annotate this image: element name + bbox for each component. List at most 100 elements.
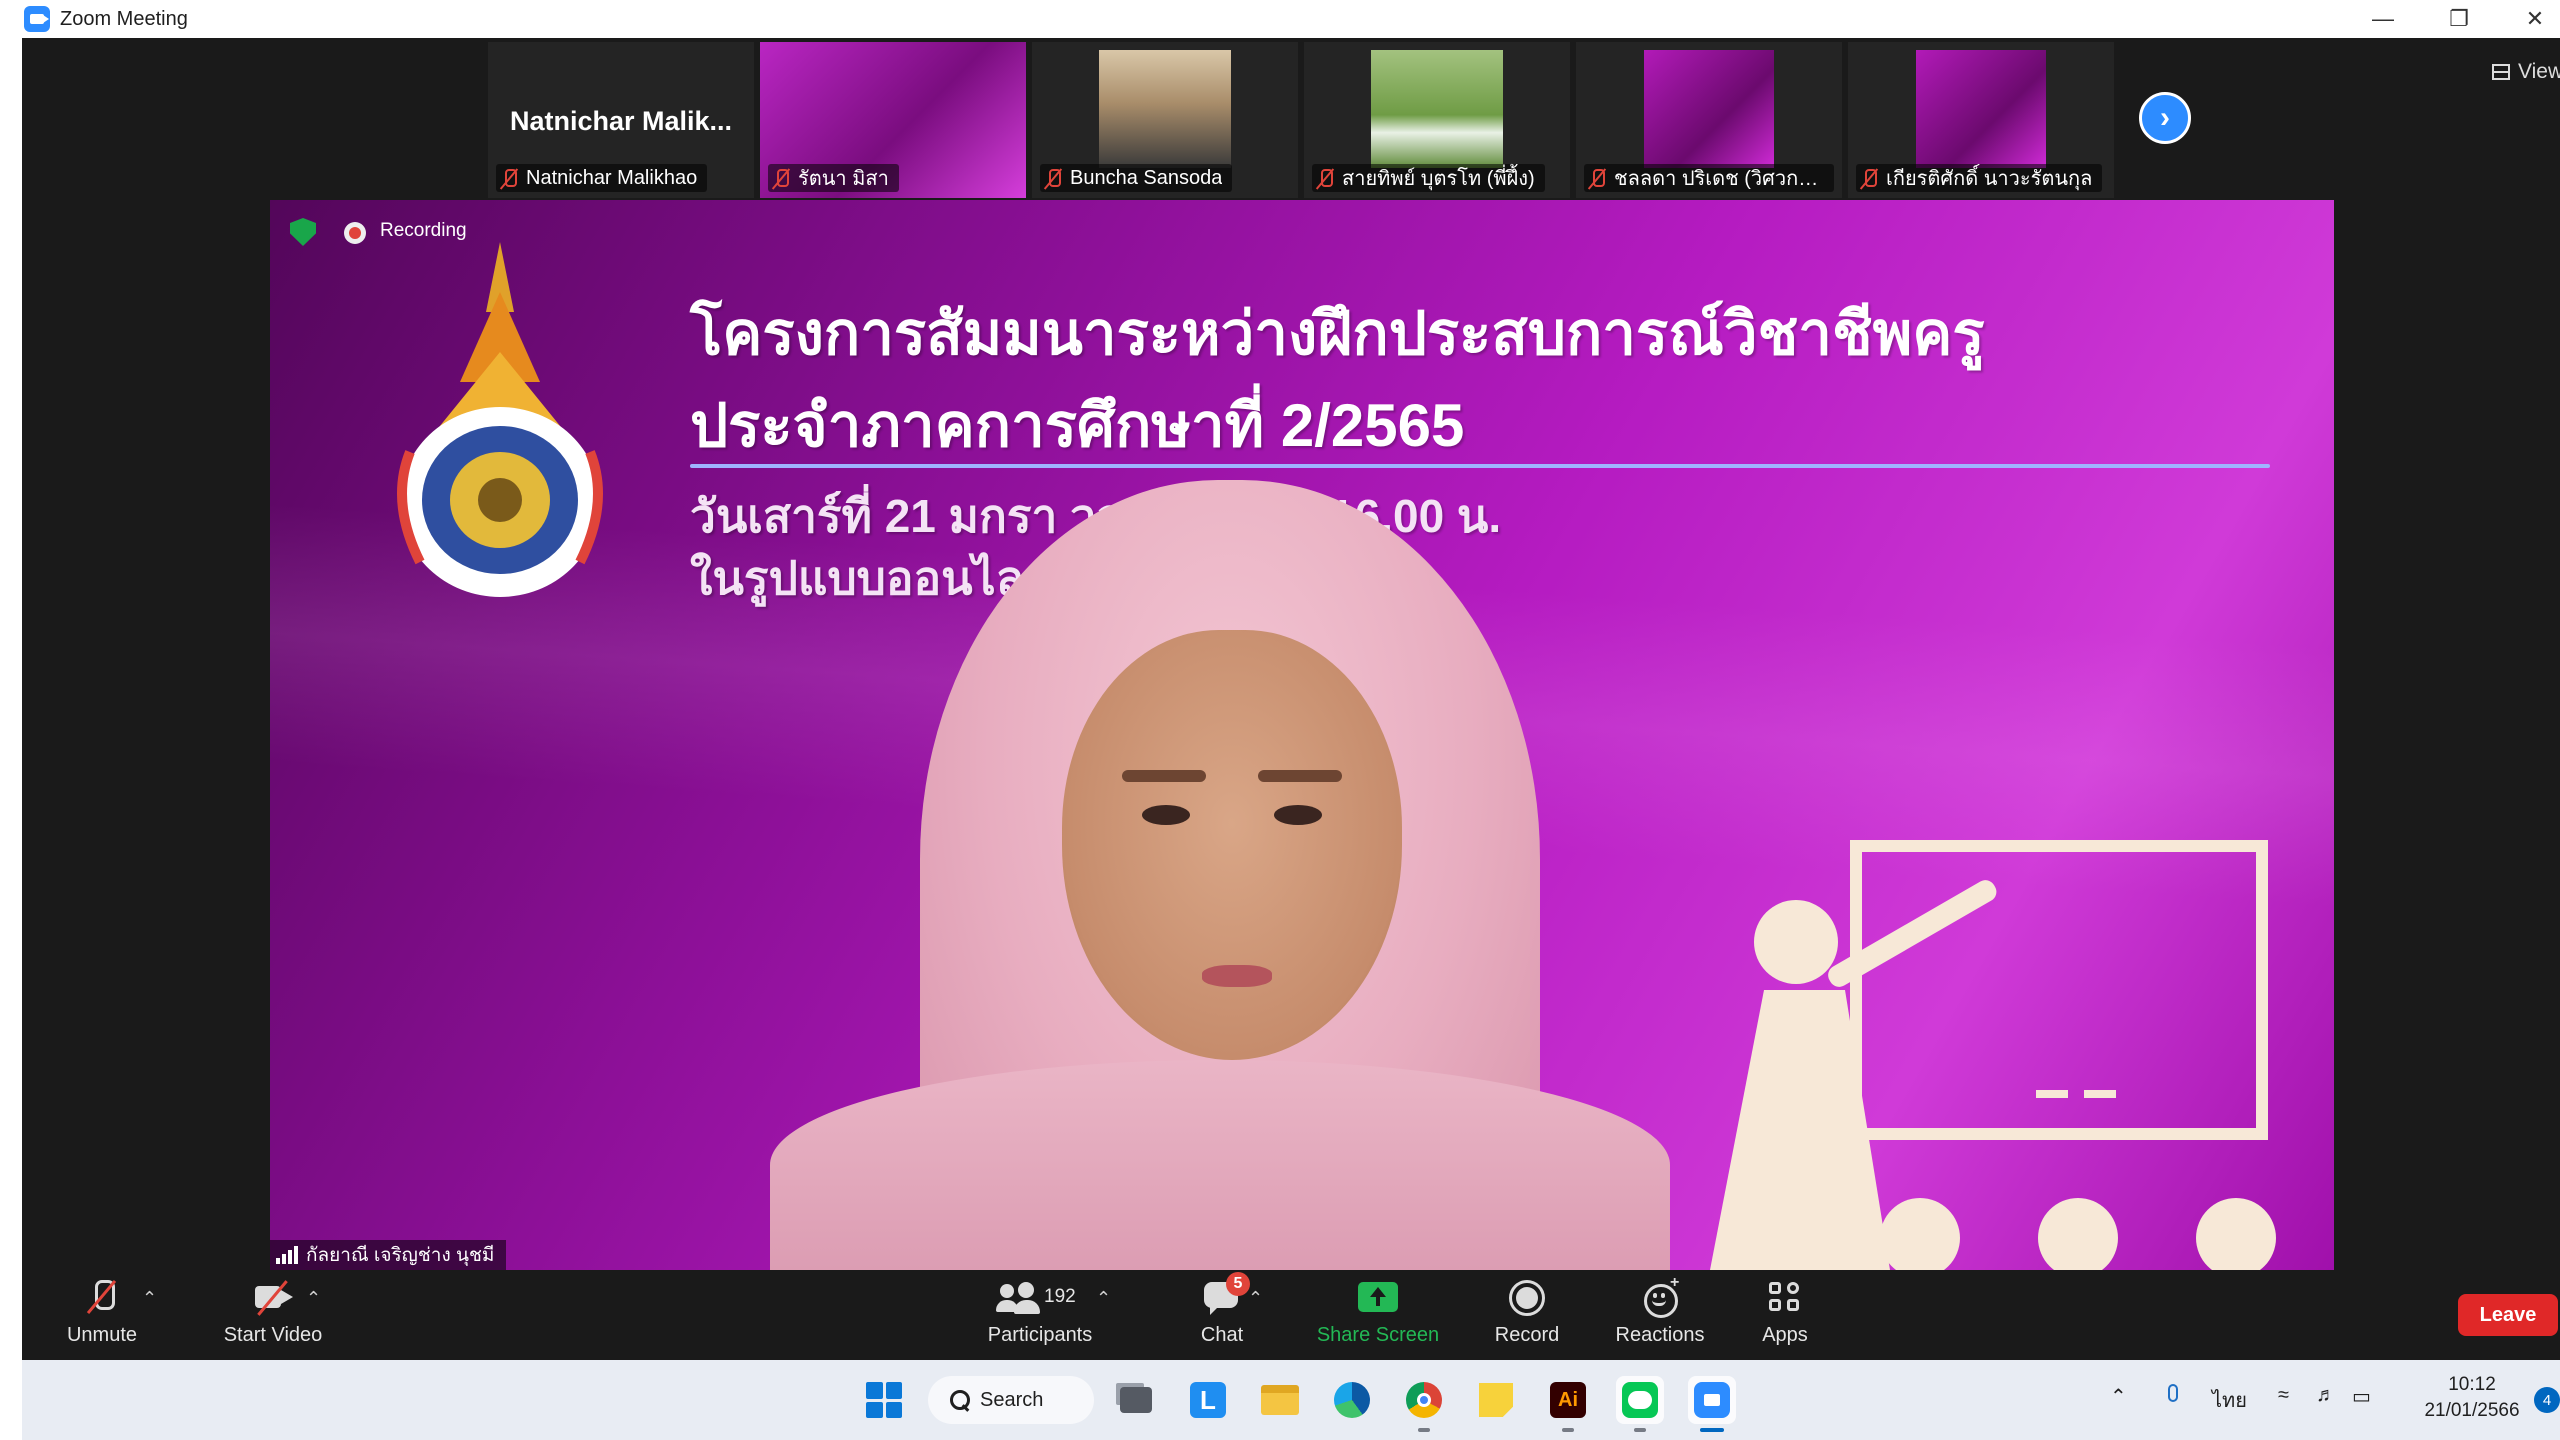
meeting-toolbar: Unmute ⌃ Start Video ⌃ Participants 192 …: [22, 1270, 2560, 1360]
participant-tile[interactable]: Natnichar Malik... Natnichar Malikhao: [488, 42, 754, 198]
chat-label: Chat: [1200, 1324, 1244, 1346]
view-button[interactable]: View: [2492, 54, 2560, 90]
mic-muted-icon: [500, 167, 518, 189]
audio-options-chevron-icon[interactable]: ⌃: [142, 1288, 157, 1309]
record-icon: [1505, 1278, 1549, 1316]
participant-name: เกียรติศักดิ์ นาวะรัตนกุล: [1886, 168, 2093, 190]
participant-name: สายทิพย์ บุตรโท (พี่ฝึ้ง): [1342, 168, 1535, 190]
zoom-app-icon: [24, 6, 50, 32]
participant-name: ชลลดา ปริเดช (วิศวกรรม...: [1614, 168, 1824, 190]
chat-options-chevron-icon[interactable]: ⌃: [1248, 1288, 1263, 1309]
unmute-button[interactable]: Unmute: [54, 1270, 150, 1360]
participant-video-thumbnail: [1371, 50, 1503, 168]
taskbar-search-label: Search: [980, 1388, 1044, 1411]
microphone-in-use-icon[interactable]: [2164, 1384, 2182, 1412]
unmute-label: Unmute: [66, 1324, 138, 1346]
participant-display-name: Natnichar Malik...: [509, 106, 733, 136]
view-grid-icon: [2492, 64, 2510, 80]
sticky-notes-icon[interactable]: [1472, 1376, 1520, 1424]
windows-taskbar: Search L Ai ⌃ ไทย ≈ ♬ ▭ 10:12 21/01/2566…: [22, 1360, 2560, 1440]
participants-count: 192: [1044, 1286, 1076, 1307]
wifi-icon[interactable]: ≈: [2278, 1384, 2289, 1407]
participant-tile[interactable]: สายทิพย์ บุตรโท (พี่ฝึ้ง): [1304, 42, 1570, 198]
student-illustration: [2038, 1198, 2118, 1270]
presenter-video: [770, 480, 1670, 1270]
microphone-muted-icon: [80, 1278, 124, 1316]
restore-button[interactable]: ❐: [2421, 0, 2497, 38]
participants-icon: [996, 1278, 1040, 1316]
apps-button[interactable]: Apps: [1740, 1270, 1830, 1360]
connection-signal-icon: [276, 1246, 298, 1264]
encryption-shield-icon[interactable]: [290, 218, 316, 246]
taskbar-search-button[interactable]: Search: [928, 1376, 1094, 1424]
participants-label: Participants: [987, 1324, 1093, 1346]
participants-options-chevron-icon[interactable]: ⌃: [1096, 1288, 1111, 1309]
slide-divider: [690, 464, 2270, 468]
participant-video-thumbnail: [1644, 50, 1774, 168]
battery-icon[interactable]: ▭: [2352, 1384, 2371, 1409]
active-speaker-video: Recording โครงการสัมมนาระหว่างฝึกประสบกา…: [270, 200, 2334, 1270]
participant-name-tag: Buncha Sansoda: [1040, 164, 1233, 192]
student-illustration: [2196, 1198, 2276, 1270]
participant-filmstrip: Natnichar Malik... Natnichar Malikhao รั…: [488, 42, 2114, 198]
lark-icon[interactable]: L: [1184, 1376, 1232, 1424]
share-screen-icon: [1356, 1278, 1400, 1316]
participant-video-thumbnail: [1916, 50, 2046, 168]
chat-unread-badge: 5: [1226, 1272, 1250, 1296]
record-button[interactable]: Record: [1474, 1270, 1580, 1360]
participant-video-thumbnail: [1099, 50, 1231, 168]
recording-icon: [344, 222, 366, 244]
desktop: Zoom Meeting — ❐ ✕ Natnichar Malik... Na…: [0, 0, 2560, 1440]
speaker-name: กัลยาณี เจริญช่าง นุชมี: [306, 1245, 495, 1266]
close-button[interactable]: ✕: [2497, 0, 2560, 38]
task-view-icon[interactable]: [1112, 1376, 1160, 1424]
line-icon[interactable]: [1616, 1376, 1664, 1432]
clock-date: 21/01/2566: [2424, 1400, 2520, 1421]
meeting-window: Natnichar Malik... Natnichar Malikhao รั…: [22, 38, 2560, 1360]
recording-label: Recording: [380, 220, 467, 241]
mic-muted-icon: [772, 167, 790, 189]
taskbar-clock[interactable]: 10:12 21/01/2566: [2412, 1372, 2532, 1424]
search-icon: [950, 1390, 970, 1410]
minimize-button[interactable]: —: [2345, 0, 2421, 38]
window-title-bar: Zoom Meeting — ❐ ✕: [0, 0, 2560, 38]
participant-tile[interactable]: Buncha Sansoda: [1032, 42, 1298, 198]
volume-icon[interactable]: ♬: [2316, 1384, 2336, 1407]
start-icon[interactable]: [860, 1376, 908, 1424]
reactions-label: Reactions: [1615, 1324, 1705, 1346]
participant-name-tag: Natnichar Malikhao: [496, 164, 708, 192]
participant-tile[interactable]: ชลลดา ปริเดช (วิศวกรรม...: [1576, 42, 1842, 198]
start-video-button[interactable]: Start Video: [198, 1270, 348, 1360]
participant-tile[interactable]: รัตนา มิสา: [760, 42, 1026, 198]
mic-muted-icon: [1588, 167, 1606, 189]
reactions-button[interactable]: + Reactions: [1598, 1270, 1722, 1360]
share-screen-button[interactable]: Share Screen: [1298, 1270, 1458, 1360]
input-language[interactable]: ไทย: [2212, 1384, 2247, 1416]
chrome-icon[interactable]: [1400, 1376, 1448, 1432]
participant-name-tag: สายทิพย์ บุตรโท (พี่ฝึ้ง): [1312, 164, 1545, 192]
video-off-icon: [251, 1278, 295, 1316]
zoom-icon[interactable]: [1688, 1376, 1736, 1432]
filmstrip-next-button[interactable]: ›: [2139, 92, 2191, 144]
mic-muted-icon: [1044, 167, 1062, 189]
leave-button[interactable]: Leave: [2458, 1294, 2558, 1336]
chat-button[interactable]: 5 Chat: [1174, 1270, 1270, 1360]
participant-name-tag: รัตนา มิสา: [768, 164, 899, 192]
apps-icon: [1763, 1278, 1807, 1316]
file-explorer-icon[interactable]: [1256, 1376, 1304, 1424]
show-hidden-icons-chevron-icon[interactable]: ⌃: [2110, 1384, 2127, 1409]
video-options-chevron-icon[interactable]: ⌃: [306, 1288, 321, 1309]
participants-button[interactable]: Participants: [952, 1270, 1128, 1360]
illustrator-icon[interactable]: Ai: [1544, 1376, 1592, 1432]
start-video-label: Start Video: [223, 1324, 323, 1346]
edge-icon[interactable]: [1328, 1376, 1376, 1424]
slide-title-line-1: โครงการสัมมนาระหว่างฝึกประสบการณ์วิชาชีพ…: [690, 300, 1985, 367]
notification-badge[interactable]: 4: [2534, 1387, 2560, 1413]
participant-name-tag: เกียรติศักดิ์ นาวะรัตนกุล: [1856, 164, 2103, 192]
participant-name: Natnichar Malikhao: [526, 166, 698, 189]
apps-label: Apps: [1762, 1324, 1808, 1346]
record-label: Record: [1494, 1324, 1560, 1346]
participant-tile[interactable]: เกียรติศักดิ์ นาวะรัตนกุล: [1848, 42, 2114, 198]
student-illustration: [1880, 1198, 1960, 1270]
slide-title-line-2: ประจำภาคการศึกษาที่ 2/2565: [690, 392, 1465, 459]
